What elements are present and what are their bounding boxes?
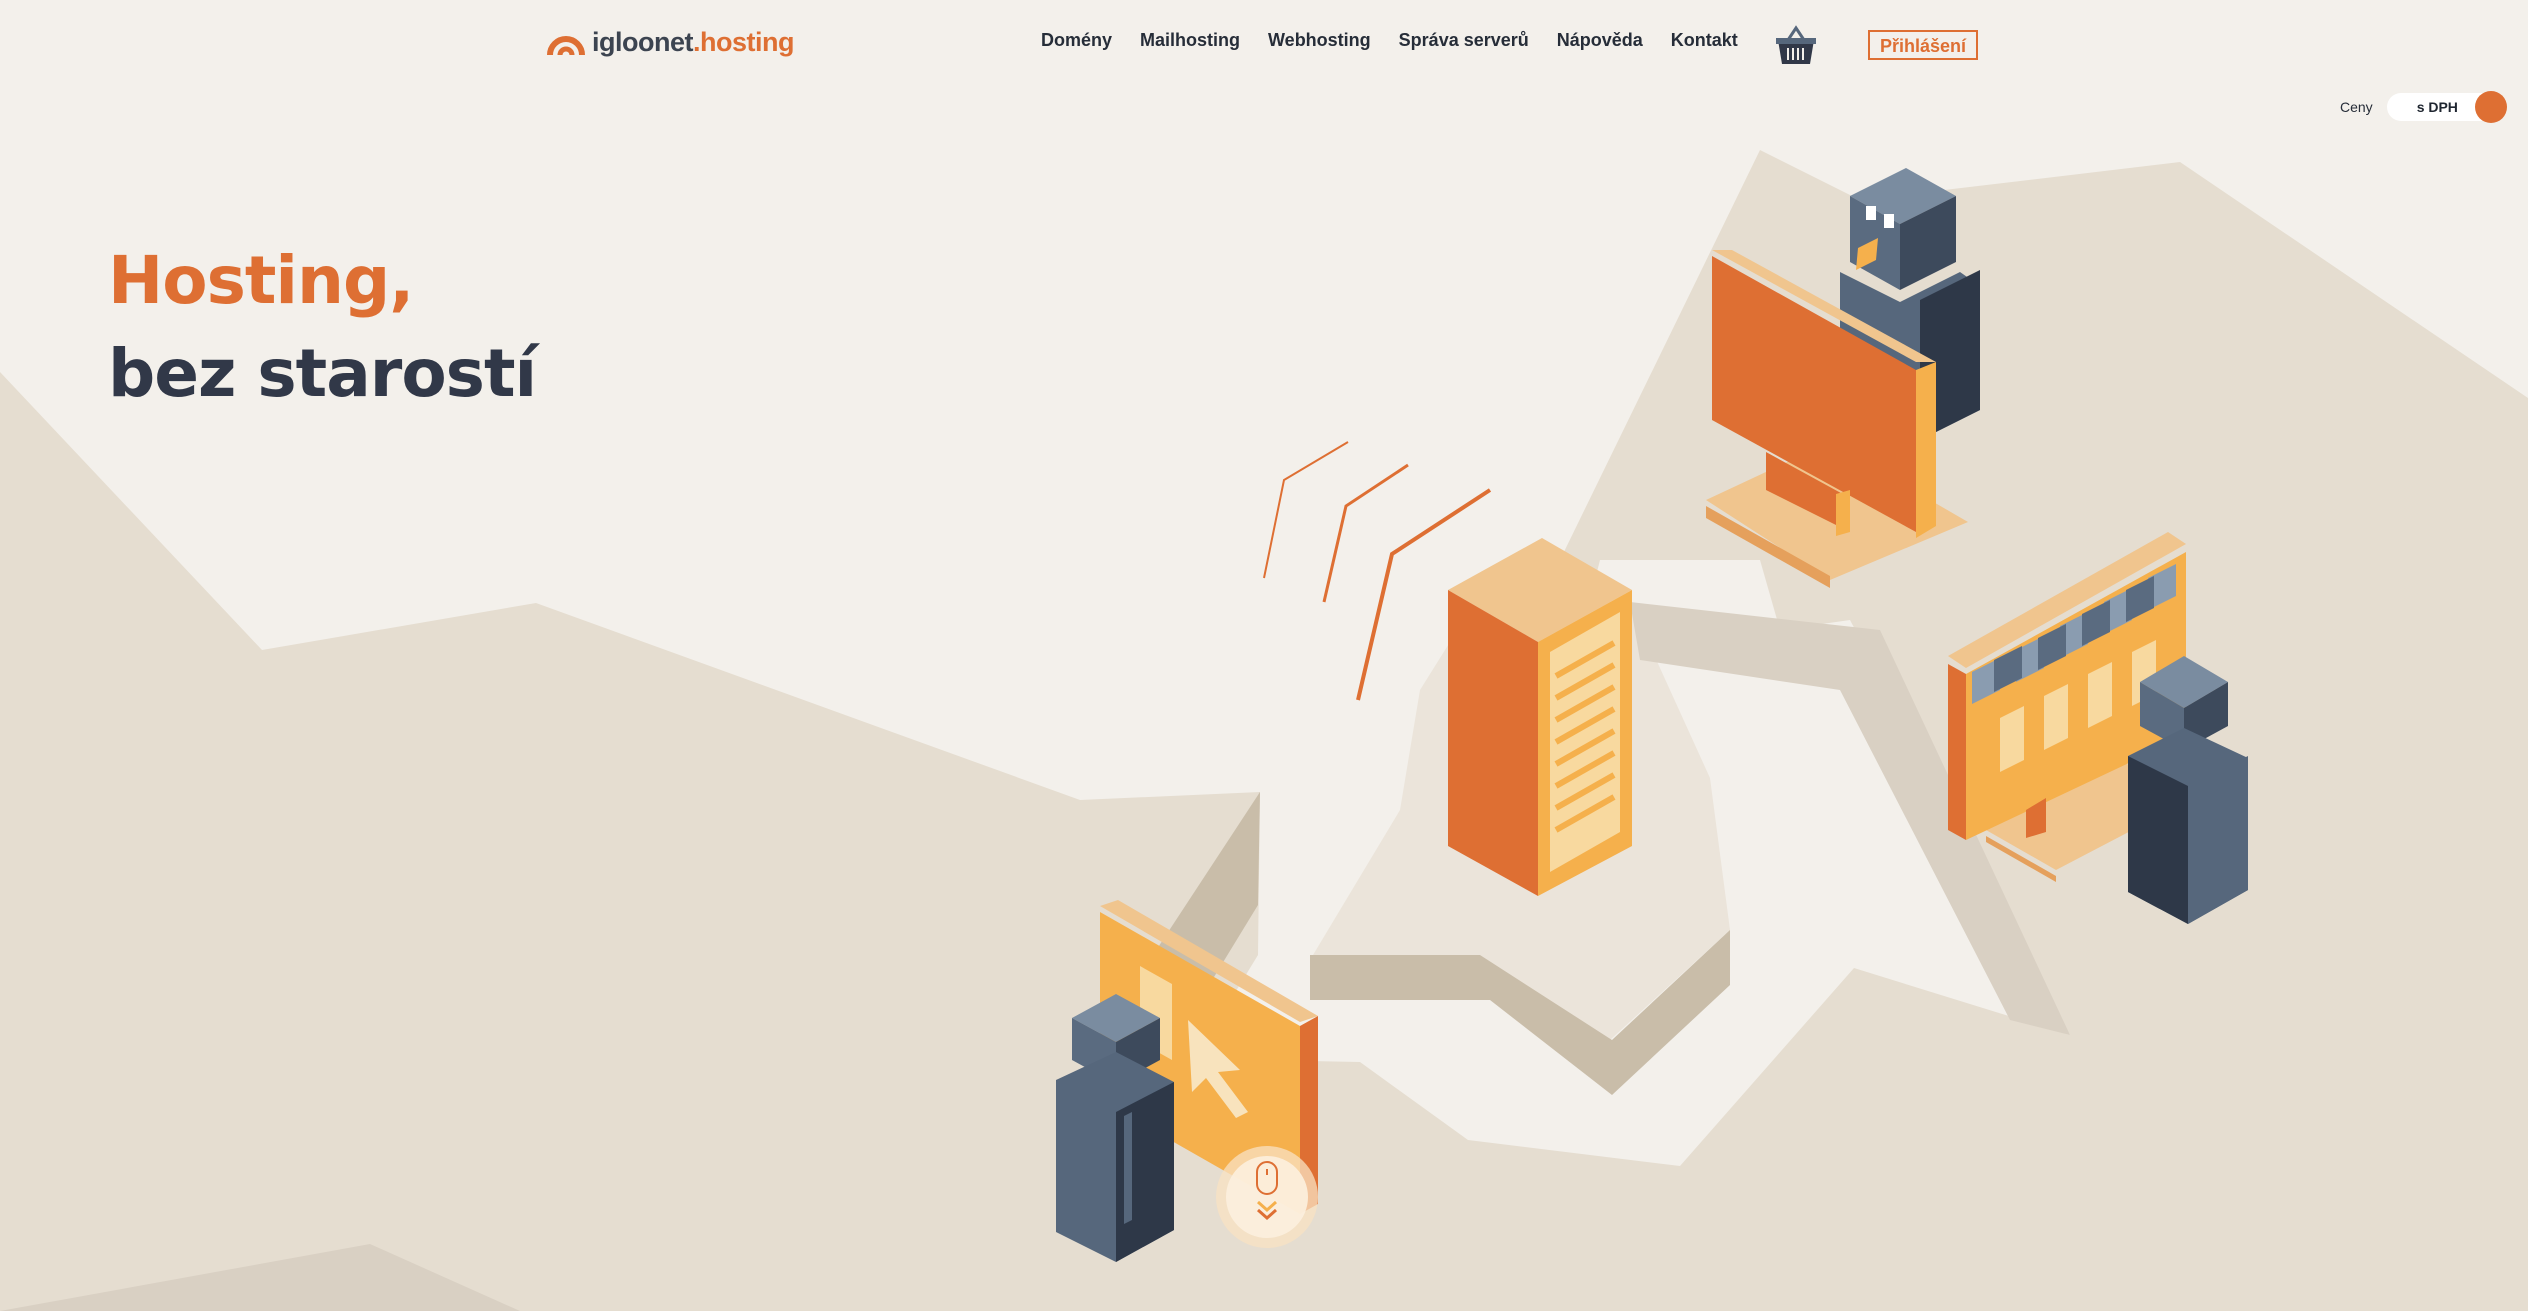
vat-switch-knob: [2474, 91, 2507, 123]
nav-item-napoveda[interactable]: Nápověda: [1557, 30, 1643, 51]
shopping-basket-icon[interactable]: [1774, 24, 1818, 68]
vat-switch-value: s DPH: [2416, 99, 2458, 115]
login-button[interactable]: Přihlášení: [1868, 30, 1979, 60]
nav-item-sprava-serveru[interactable]: Správa serverů: [1399, 30, 1529, 51]
hero-title-accent: Hosting,: [108, 242, 414, 319]
price-label: Ceny: [2340, 99, 2373, 115]
landing-page: igloonet.hosting Domény Mailhosting Webh…: [0, 0, 2528, 1311]
nav-item-webhosting[interactable]: Webhosting: [1268, 30, 1371, 51]
igloo-logo-icon: [547, 36, 585, 56]
nav-item-kontakt[interactable]: Kontakt: [1671, 30, 1738, 51]
price-vat-toggle: Ceny s DPH: [2340, 91, 2507, 123]
vat-switch[interactable]: s DPH: [2386, 91, 2507, 123]
nav-item-mailhosting[interactable]: Mailhosting: [1140, 30, 1240, 51]
logo-brand: igloonet: [592, 26, 693, 57]
hero-illustration: [0, 150, 2528, 1311]
main-nav: Domény Mailhosting Webhosting Správa ser…: [1041, 30, 1766, 51]
scroll-down-button[interactable]: [1216, 1146, 1318, 1248]
site-logo[interactable]: igloonet.hosting: [546, 22, 794, 62]
hero-title: bez starostí: [108, 335, 537, 412]
site-header: igloonet.hosting Domény Mailhosting Webh…: [0, 0, 2528, 92]
mouse-scroll-icon: [1256, 1161, 1278, 1221]
logo-wordmark: igloonet.hosting: [592, 26, 794, 57]
logo-tld: .hosting: [692, 26, 794, 57]
server-tower: [1448, 538, 1632, 896]
nav-item-domeny[interactable]: Domény: [1041, 30, 1112, 51]
signal-line-2: [1322, 463, 1409, 603]
hero-heading: Hosting, bez starostí: [108, 236, 537, 422]
